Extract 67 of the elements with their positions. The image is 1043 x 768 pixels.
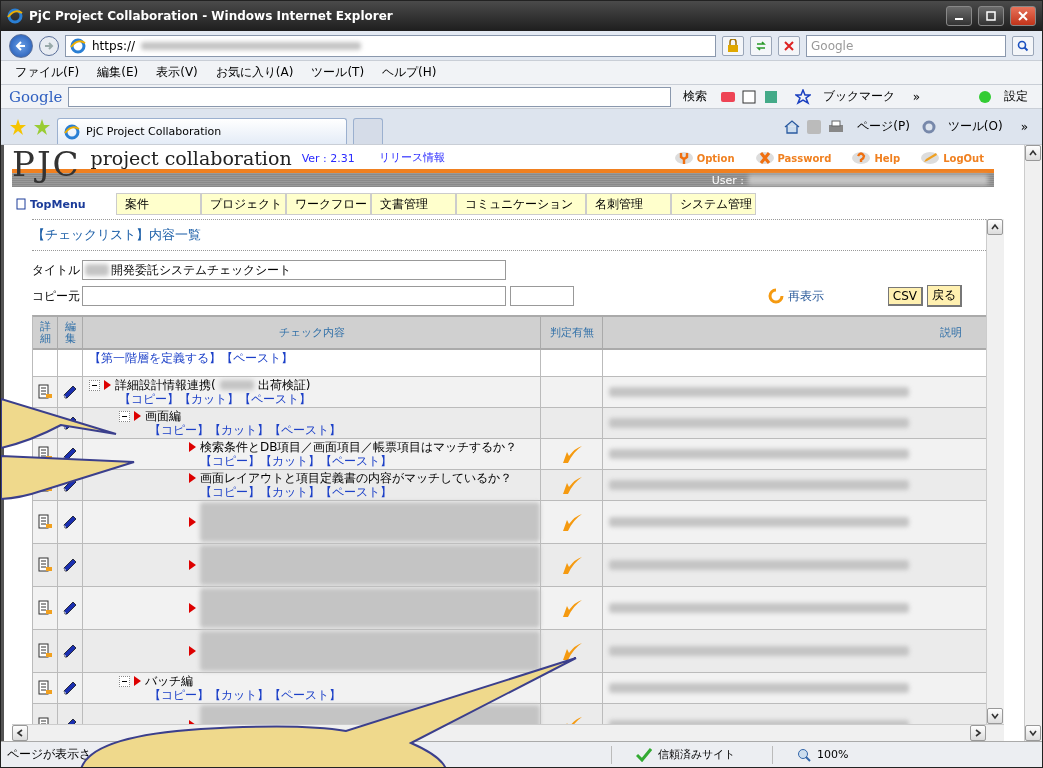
action-link[interactable]: 【カット】 [260, 454, 320, 468]
action-link[interactable]: 【カット】 [260, 485, 320, 499]
more-button[interactable]: » [906, 89, 926, 104]
action-link[interactable]: 【ペースト】 [269, 688, 341, 702]
title-field[interactable]: 開発委託システムチェックシート [82, 260, 506, 280]
action-button[interactable]: 戻る [927, 285, 962, 307]
column-header: 編集 [58, 317, 83, 350]
check-item-text: 画面レイアウトと項目定義書の内容がマッチしているか？ [200, 471, 512, 485]
toolbar-logo: Google [9, 87, 63, 106]
browser-tab[interactable]: PjC Project Collaboration [57, 118, 347, 144]
column-header: 判定有無 [541, 317, 603, 350]
version-text: Ver : 2.31 [301, 152, 355, 165]
window-title: PjC Project Collaboration - Windows Internet Explorer [29, 9, 394, 23]
field-label: コピー元 [32, 287, 78, 305]
menu-item[interactable]: ヘルプ(H) [376, 64, 443, 81]
settings-menu[interactable]: 設定 [998, 88, 1034, 105]
page-heading: 【チェックリスト】内容一覧 [32, 227, 201, 242]
nav-tab[interactable]: コミュニケーション [456, 193, 586, 215]
action-link[interactable]: 【カット】 [179, 392, 239, 406]
tools-menu[interactable]: ツール(O) [941, 118, 1009, 135]
menu-item[interactable]: ツール(T) [305, 64, 371, 81]
nav-tab[interactable]: プロジェクト [201, 193, 286, 215]
action-link[interactable]: 【第一階層を定義する】 [89, 351, 221, 365]
toolbar-search-button[interactable]: 検索 [676, 88, 713, 105]
action-link[interactable]: 【カット】 [209, 423, 269, 437]
column-header: チェック内容 [83, 317, 541, 350]
group-title-end: 出荷検証) [257, 378, 311, 392]
menu-item[interactable]: お気に入り(A) [209, 64, 300, 81]
action-link[interactable]: 【コピー】 [149, 688, 209, 702]
column-header: 詳細 [33, 317, 58, 350]
action-link[interactable]: 【ペースト】 [320, 454, 392, 468]
security-zone: 信頼済みサイト [658, 747, 736, 762]
group-title: 詳細設計情報連携( [115, 378, 216, 392]
action-link[interactable]: 【コピー】 [149, 423, 209, 437]
field-label: タイトル [32, 261, 78, 279]
action-link[interactable]: 【コピー】 [119, 392, 179, 406]
action-link[interactable]: 【ペースト】 [320, 485, 392, 499]
zoom-level[interactable]: 100% [817, 748, 849, 761]
action-button[interactable]: CSV [887, 286, 923, 306]
check-item-text: 検索条件とDB項目／画面項目／帳票項目はマッチするか？ [200, 440, 518, 454]
action-link[interactable]: 【ペースト】 [239, 392, 311, 406]
refresh-link[interactable]: 再表示 [787, 287, 824, 305]
more-button[interactable]: » [1014, 119, 1034, 134]
action-link[interactable]: 【ペースト】 [269, 423, 341, 437]
nav-tab[interactable]: ワークフロー [286, 193, 371, 215]
action-link[interactable]: 【コピー】 [200, 454, 260, 468]
user-label: User : [711, 173, 744, 187]
nav-tab[interactable]: 案件 [116, 193, 201, 215]
nav-tab[interactable]: 文書管理 [371, 193, 456, 215]
menu-item[interactable]: 表示(V) [150, 64, 204, 81]
column-header: 説明 [603, 317, 986, 350]
action-link[interactable]: 【カット】 [209, 688, 269, 702]
group-title: バッチ編 [145, 674, 193, 688]
product-name: project collaboration [90, 147, 292, 169]
bookmarks-menu[interactable]: ブックマーク [816, 88, 901, 105]
menu-item[interactable]: 編集(E) [91, 64, 145, 81]
nav-tab[interactable]: システム管理 [671, 193, 756, 215]
status-text: ページが表示さ [7, 746, 92, 763]
top-menu-link[interactable]: TopMenu [12, 193, 116, 215]
action-link[interactable]: 【ペースト】 [221, 351, 293, 365]
menu-item[interactable]: ファイル(F) [9, 64, 86, 81]
nav-tab[interactable]: 名刺管理 [586, 193, 671, 215]
address-field[interactable]: https:// [65, 34, 716, 57]
release-info-link[interactable]: リリース情報 [378, 150, 445, 165]
action-link[interactable]: 【コピー】 [200, 485, 260, 499]
page-menu[interactable]: ページ(P) [851, 118, 916, 135]
group-title: 画面編 [145, 409, 181, 423]
